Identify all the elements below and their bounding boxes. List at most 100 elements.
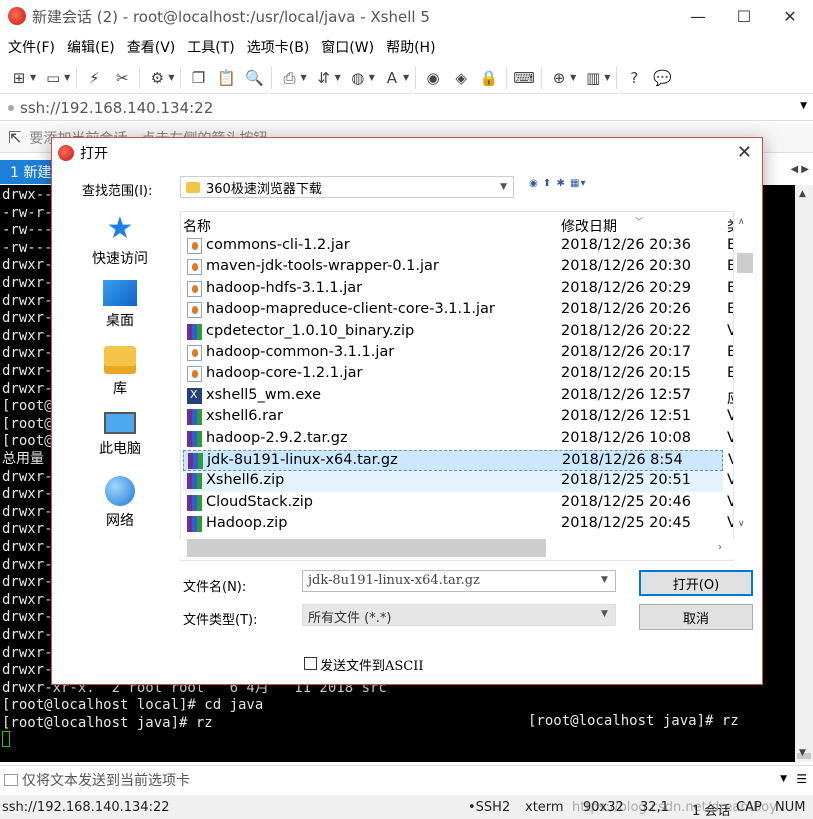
chevron-down-icon[interactable]: ▼: [168, 73, 174, 82]
menu-edit[interactable]: 编辑(E): [63, 37, 119, 57]
font-icon[interactable]: A: [381, 67, 403, 89]
globe-icon[interactable]: ◍: [347, 67, 369, 89]
menu-tabs[interactable]: 选项卡(B): [243, 37, 314, 57]
column-date[interactable]: 修改日期: [561, 216, 617, 236]
connect-icon[interactable]: ⚡: [83, 67, 105, 89]
file-row[interactable]: xshell6.rar 2018/12/26 12:51 V: [183, 407, 733, 428]
find-icon[interactable]: 🔍: [243, 67, 265, 89]
chevron-down-icon[interactable]: ▼: [369, 73, 375, 82]
file-row[interactable]: hadoop-common-3.1.1.jar 2018/12/26 20:17 E: [183, 343, 733, 364]
look-in-select[interactable]: 360极速浏览器下载 ▼: [180, 176, 514, 198]
scroll-thumb[interactable]: [737, 253, 753, 273]
lock-icon[interactable]: 🔒: [478, 67, 500, 89]
scroll-up-icon[interactable]: ▲: [799, 189, 806, 199]
send-ascii-checkbox[interactable]: [304, 657, 317, 670]
toolbar-divider: [616, 66, 618, 89]
file-row[interactable]: CloudStack.zip 2018/12/25 20:46 V: [183, 493, 733, 514]
toolbar-divider: [541, 66, 543, 89]
chevron-down-icon[interactable]: ▼: [604, 73, 610, 82]
jar-file-icon: [187, 345, 202, 361]
file-row[interactable]: cpdetector_1.0.10_binary.zip 2018/12/26 2…: [183, 322, 733, 343]
chevron-down-icon[interactable]: ▼: [800, 101, 807, 111]
file-row[interactable]: Xshell6.zip 2018/12/25 20:51 V: [183, 471, 733, 493]
script-icon[interactable]: ◈: [450, 67, 472, 89]
file-row[interactable]: hadoop-core-1.2.1.jar 2018/12/26 20:15 E: [183, 364, 733, 385]
minimize-button[interactable]: —: [675, 0, 721, 32]
column-type[interactable]: 类: [727, 216, 733, 236]
file-list[interactable]: 名称 ﹀ 修改日期 类 commons-cli-1.2.jar 2018/12/2…: [180, 211, 734, 561]
place-desktop[interactable]: 桌面: [60, 280, 180, 330]
file-row[interactable]: hadoop-hdfs-3.1.1.jar 2018/12/26 20:29 E: [183, 279, 733, 300]
chevron-down-icon[interactable]: ▼: [780, 774, 787, 784]
file-row[interactable]: jdk-8u191-linux-x64.tar.gz 2018/12/26 8:5…: [183, 450, 733, 471]
chevron-down-icon[interactable]: ▼: [601, 609, 608, 619]
chevron-down-icon[interactable]: ▼: [64, 73, 70, 82]
place-quick-access[interactable]: 快速访问: [60, 214, 180, 268]
place-network[interactable]: 网络: [60, 476, 180, 530]
chevron-down-icon[interactable]: ▼: [601, 575, 608, 585]
file-row[interactable]: commons-cli-1.2.jar 2018/12/26 20:36 E: [183, 236, 733, 257]
new-session-icon[interactable]: ⊞: [8, 67, 30, 89]
terminal-scrollbar[interactable]: ▲ ▼: [795, 185, 813, 762]
address-bar[interactable]: ssh://192.168.140.134:22 ▼: [0, 95, 813, 121]
xshell-logo-icon: [8, 7, 26, 25]
chevron-down-icon[interactable]: ▼: [300, 73, 306, 82]
menu-file[interactable]: 文件(F): [4, 37, 59, 57]
file-row[interactable]: maven-jdk-tools-wrapper-0.1.jar 2018/12/2…: [183, 257, 733, 278]
file-row[interactable]: hadoop-mapreduce-client-core-3.1.1.jar 20…: [183, 300, 733, 321]
cancel-button[interactable]: 取消: [639, 604, 753, 630]
xftp-icon[interactable]: ◉: [422, 67, 444, 89]
column-name[interactable]: 名称: [183, 216, 211, 236]
look-in-value: 360极速浏览器下载: [206, 181, 322, 197]
menu-view[interactable]: 查看(V): [123, 37, 180, 57]
keyboard-icon[interactable]: ⌨: [513, 67, 535, 89]
file-row[interactable]: hadoop-2.9.2.tar.gz 2018/12/26 10:08 V: [183, 429, 733, 450]
chat-icon[interactable]: 💬: [651, 67, 673, 89]
paste-icon[interactable]: 📋: [215, 67, 237, 89]
scroll-thumb[interactable]: [187, 539, 546, 557]
chevron-down-icon[interactable]: ▼: [403, 73, 409, 82]
open-button[interactable]: 打开(O): [639, 570, 753, 596]
zip-file-icon: [187, 494, 202, 511]
scroll-down-icon[interactable]: ∨: [738, 519, 745, 529]
layout-icon[interactable]: ▥: [582, 67, 604, 89]
menu-window[interactable]: 窗口(W): [317, 37, 378, 57]
menu-tools[interactable]: 工具(T): [183, 37, 238, 57]
file-row[interactable]: xshell5_wm.exe 2018/12/26 12:57 应: [183, 386, 733, 407]
scroll-right-icon[interactable]: ›: [718, 542, 722, 553]
menu-icon[interactable]: ☰: [796, 772, 807, 786]
properties-icon[interactable]: ⚙: [146, 67, 168, 89]
tab-scroll-arrows-icon[interactable]: ◀ ▶: [790, 164, 809, 175]
compose-text[interactable]: 仅将文本发送到当前选项卡: [22, 770, 190, 790]
scroll-up-icon[interactable]: ∧: [738, 217, 745, 227]
jar-file-icon: [187, 366, 202, 383]
new-tab-icon[interactable]: ⊕: [548, 67, 570, 89]
print-icon[interactable]: ⎙: [278, 67, 300, 89]
file-date: 2018/12/26 20:22: [561, 322, 691, 339]
menu-help[interactable]: 帮助(H): [382, 37, 439, 57]
close-button[interactable]: ✕: [767, 0, 813, 32]
file-name-input[interactable]: jdk-8u191-linux-x64.tar.gz: [302, 570, 616, 592]
file-list-vscroll[interactable]: ∧ ∨: [734, 211, 753, 541]
compose-bar[interactable]: 仅将文本发送到当前选项卡 ▼ ☰: [0, 765, 813, 793]
file-row[interactable]: Hadoop.zip 2018/12/25 20:45 V: [183, 514, 733, 535]
chevron-down-icon[interactable]: ▼: [570, 73, 576, 82]
dialog-close-button[interactable]: ✕: [737, 142, 752, 163]
chevron-down-icon[interactable]: ▼: [500, 182, 507, 192]
open-folder-icon[interactable]: ▭: [42, 67, 64, 89]
help-icon[interactable]: ?: [623, 67, 645, 89]
folder-nav-icons[interactable]: ◉ ⬆ ✱ ▦▾: [529, 178, 587, 189]
address-text[interactable]: ssh://192.168.140.134:22: [20, 99, 213, 117]
place-library[interactable]: 库: [60, 346, 180, 398]
place-this-pc[interactable]: 此电脑: [60, 412, 180, 458]
chevron-down-icon[interactable]: ▼: [30, 73, 36, 82]
file-list-hscroll[interactable]: ›: [180, 539, 734, 559]
copy-icon[interactable]: ❐: [187, 67, 209, 89]
add-session-arrow-icon[interactable]: ⇱: [8, 128, 21, 147]
scroll-down-icon[interactable]: ▼: [799, 748, 806, 758]
chevron-down-icon[interactable]: ▼: [335, 73, 341, 82]
transfer-icon[interactable]: ⇵: [313, 67, 335, 89]
file-type-select[interactable]: 所有文件 (*.*): [302, 604, 616, 626]
disconnect-icon[interactable]: ✂: [111, 67, 133, 89]
maximize-button[interactable]: ☐: [721, 0, 767, 32]
